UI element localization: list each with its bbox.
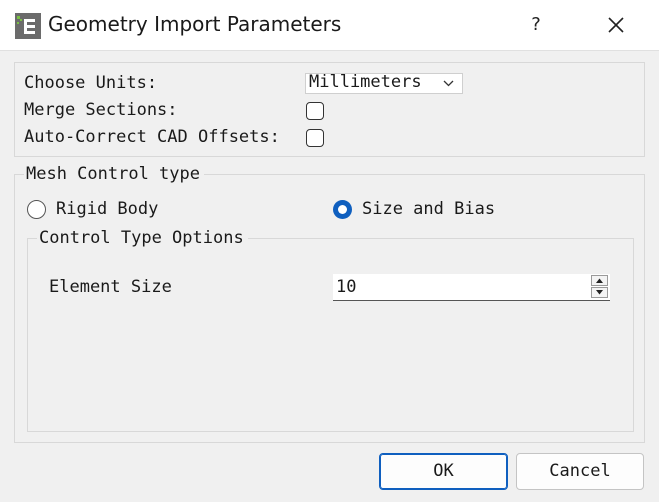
size-and-bias-radio[interactable] [333, 200, 352, 219]
merge-sections-label: Merge Sections: [24, 100, 178, 120]
element-size-value[interactable]: 10 [336, 277, 356, 297]
element-size-spinbox[interactable]: 10 [333, 274, 610, 301]
merge-sections-checkbox[interactable] [306, 102, 324, 120]
element-size-label: Element Size [49, 277, 172, 297]
title-bar: Geometry Import Parameters ? [0, 0, 659, 51]
ok-button[interactable]: OK [379, 453, 508, 490]
rigid-body-label[interactable]: Rigid Body [56, 199, 158, 219]
arrow-up-icon [596, 278, 603, 283]
control-type-options-group [27, 238, 634, 432]
size-and-bias-label[interactable]: Size and Bias [362, 199, 495, 219]
auto-correct-checkbox[interactable] [306, 129, 324, 147]
help-button[interactable]: ? [518, 8, 554, 42]
cancel-button[interactable]: Cancel [516, 453, 644, 490]
rigid-body-radio[interactable] [27, 200, 46, 219]
units-label: Choose Units: [24, 73, 158, 93]
arrow-down-icon [596, 290, 603, 295]
auto-correct-label: Auto-Correct CAD Offsets: [24, 127, 280, 147]
units-select-value: Millimeters [309, 72, 422, 92]
control-type-options-title: Control Type Options [37, 228, 248, 248]
mesh-control-group-title: Mesh Control type [24, 164, 204, 184]
close-icon[interactable] [598, 8, 634, 42]
window-title: Geometry Import Parameters [48, 12, 342, 36]
app-logo-icon [15, 13, 41, 39]
chevron-down-icon [443, 80, 454, 87]
units-select[interactable]: Millimeters [305, 72, 463, 94]
spin-down-button[interactable] [591, 287, 608, 298]
spin-up-button[interactable] [591, 275, 608, 286]
